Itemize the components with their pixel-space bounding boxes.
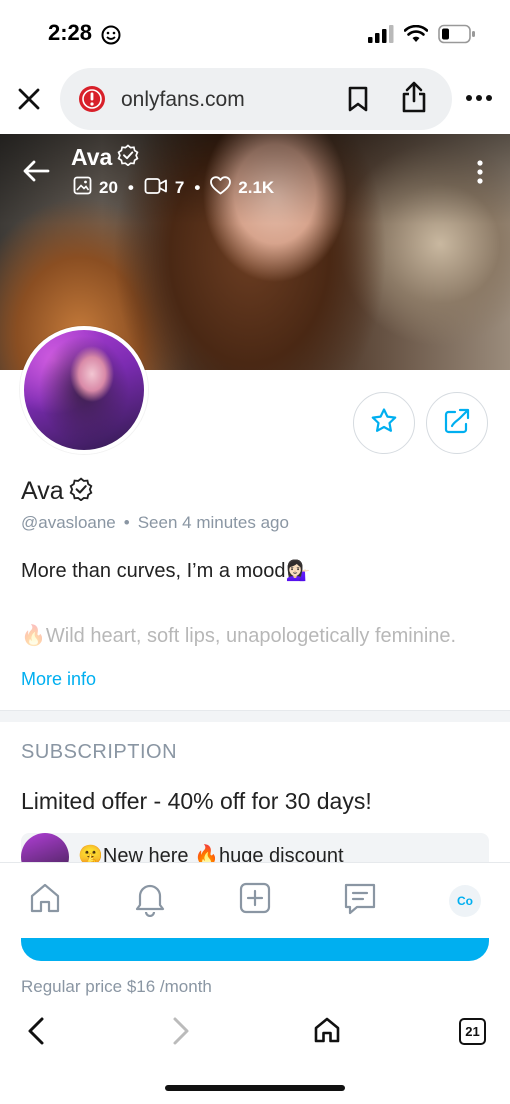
cover-name: Ava: [71, 144, 113, 170]
back-arrow-icon[interactable]: [22, 159, 50, 188]
handle-line: @avasloane • Seen 4 minutes ago: [21, 513, 289, 533]
cellular-signal-icon: [368, 25, 394, 48]
more-info-link[interactable]: More info: [21, 669, 96, 690]
status-bar: 2:28: [0, 0, 510, 66]
status-time: 2:28: [48, 20, 93, 45]
separator: •: [127, 178, 134, 197]
promo-avatar: [21, 833, 69, 863]
share-profile-button[interactable]: [426, 392, 488, 454]
offer-text: Limited offer - 40% off for 30 days!: [21, 788, 372, 814]
url-text[interactable]: onlyfans.com: [121, 88, 245, 112]
promo-message: 🤫New here 🔥huge discount: [78, 845, 344, 863]
bio-line-faded: 🔥Wild heart, soft lips, unapologetically…: [21, 625, 457, 647]
profile-name-text: Ava: [21, 477, 64, 505]
separator: •: [194, 178, 201, 197]
star-icon: [370, 407, 398, 440]
security-warning-icon[interactable]: [78, 85, 106, 113]
tabs-button[interactable]: 21: [459, 1018, 486, 1045]
photo-icon: [73, 176, 92, 200]
likes-count: 2.1K: [238, 178, 275, 197]
messages-icon[interactable]: [343, 881, 377, 922]
avatar[interactable]: [20, 326, 148, 454]
battery-icon: [438, 24, 476, 49]
back-chevron-icon[interactable]: [26, 1016, 46, 1051]
video-icon: [144, 177, 168, 200]
close-icon[interactable]: [16, 86, 42, 112]
forward-chevron-icon[interactable]: [171, 1016, 191, 1051]
bio-line: More than curves, I’m a mood💁🏻‍♀️: [21, 560, 311, 582]
verified-badge-icon: [117, 144, 139, 171]
subscription-heading: SUBSCRIPTION: [21, 741, 178, 763]
app-bottom-nav: Co: [0, 862, 510, 938]
heart-icon: [210, 176, 232, 200]
videos-count: 7: [174, 178, 185, 197]
more-menu-icon[interactable]: [464, 88, 494, 108]
user-avatar[interactable]: Co: [449, 885, 481, 917]
browser-toolbar: onlyfans.com: [0, 66, 510, 134]
share-icon[interactable]: [401, 81, 427, 118]
add-post-icon[interactable]: [238, 881, 272, 920]
profile-handle: @avasloane: [21, 513, 116, 532]
cover-title: Ava: [71, 144, 139, 171]
address-bar[interactable]: onlyfans.com: [60, 68, 452, 130]
promo-message-card: 🤫New here 🔥huge discount: [21, 833, 489, 863]
separator: •: [123, 513, 130, 532]
home-indicator: [165, 1085, 345, 1091]
last-seen: Seen 4 minutes ago: [137, 513, 289, 532]
regular-price: Regular price $16 /month: [21, 977, 212, 996]
safari-home-icon[interactable]: [313, 1016, 341, 1049]
status-indicators: [368, 24, 476, 49]
section-divider: [0, 710, 510, 722]
notifications-bell-icon[interactable]: [133, 881, 167, 922]
cover-stats: 20 • 7 • 2.1K: [73, 176, 274, 200]
favorite-button[interactable]: [353, 392, 415, 454]
share-arrow-icon: [443, 407, 471, 440]
profile-name: Ava: [21, 477, 93, 506]
kebab-menu-icon[interactable]: [476, 160, 484, 189]
bookmark-icon[interactable]: [347, 86, 369, 117]
focus-smiley-icon: [101, 25, 121, 50]
photos-count: 20: [99, 178, 118, 197]
verified-badge-icon: [69, 477, 93, 506]
home-icon[interactable]: [28, 881, 62, 920]
wifi-icon: [403, 24, 429, 48]
